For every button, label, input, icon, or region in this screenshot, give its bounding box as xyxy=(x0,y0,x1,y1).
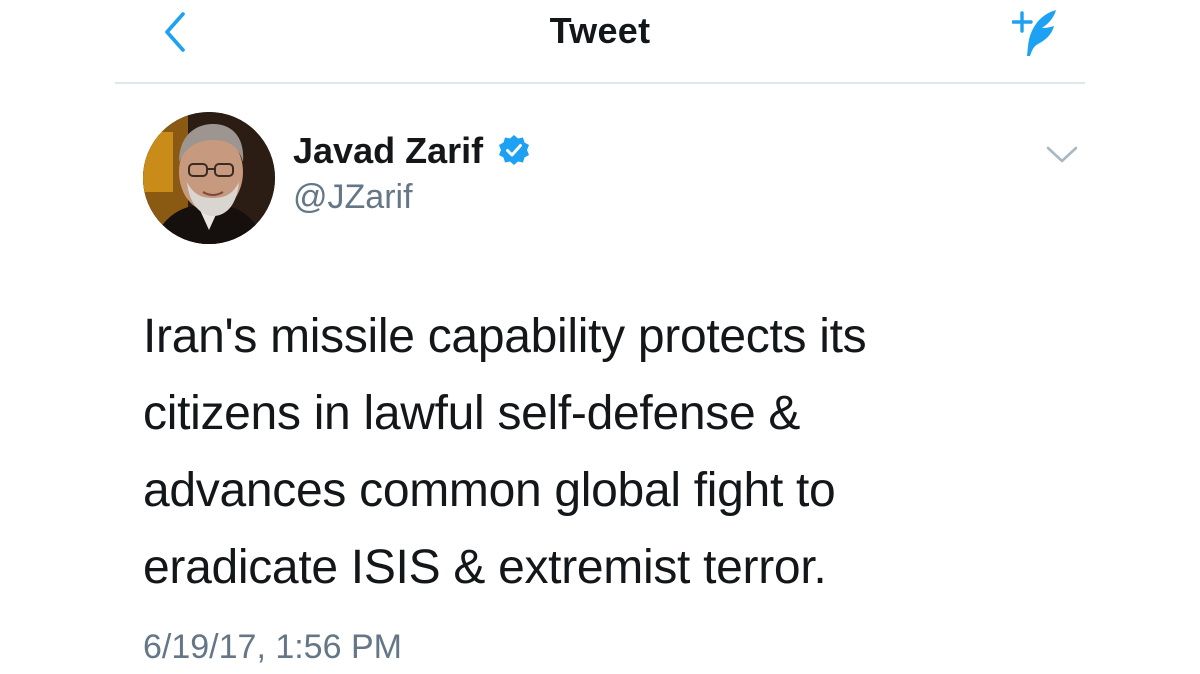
author-info[interactable]: Javad Zarif xyxy=(293,128,531,174)
tweet-detail-screen: Tweet Javad Zarif @JZarif Iran's missile… xyxy=(0,0,1200,674)
author-name[interactable]: Javad Zarif xyxy=(293,130,483,172)
verified-badge-icon xyxy=(499,135,530,165)
tweet-text: Iran's missile capability protects its c… xyxy=(143,310,867,594)
author-handle[interactable]: @JZarif xyxy=(293,178,413,217)
navigation-bar: Tweet xyxy=(115,0,1085,84)
page-title: Tweet xyxy=(549,10,651,51)
tweet-menu-button[interactable] xyxy=(1044,140,1080,170)
profile-photo xyxy=(143,112,275,244)
chevron-down-icon xyxy=(1046,146,1078,163)
avatar[interactable] xyxy=(143,112,275,244)
tweet-timestamp: 6/19/17, 1:56 PM xyxy=(143,628,402,666)
compose-tweet-icon xyxy=(1011,10,1056,56)
compose-tweet-button[interactable] xyxy=(1011,6,1060,60)
